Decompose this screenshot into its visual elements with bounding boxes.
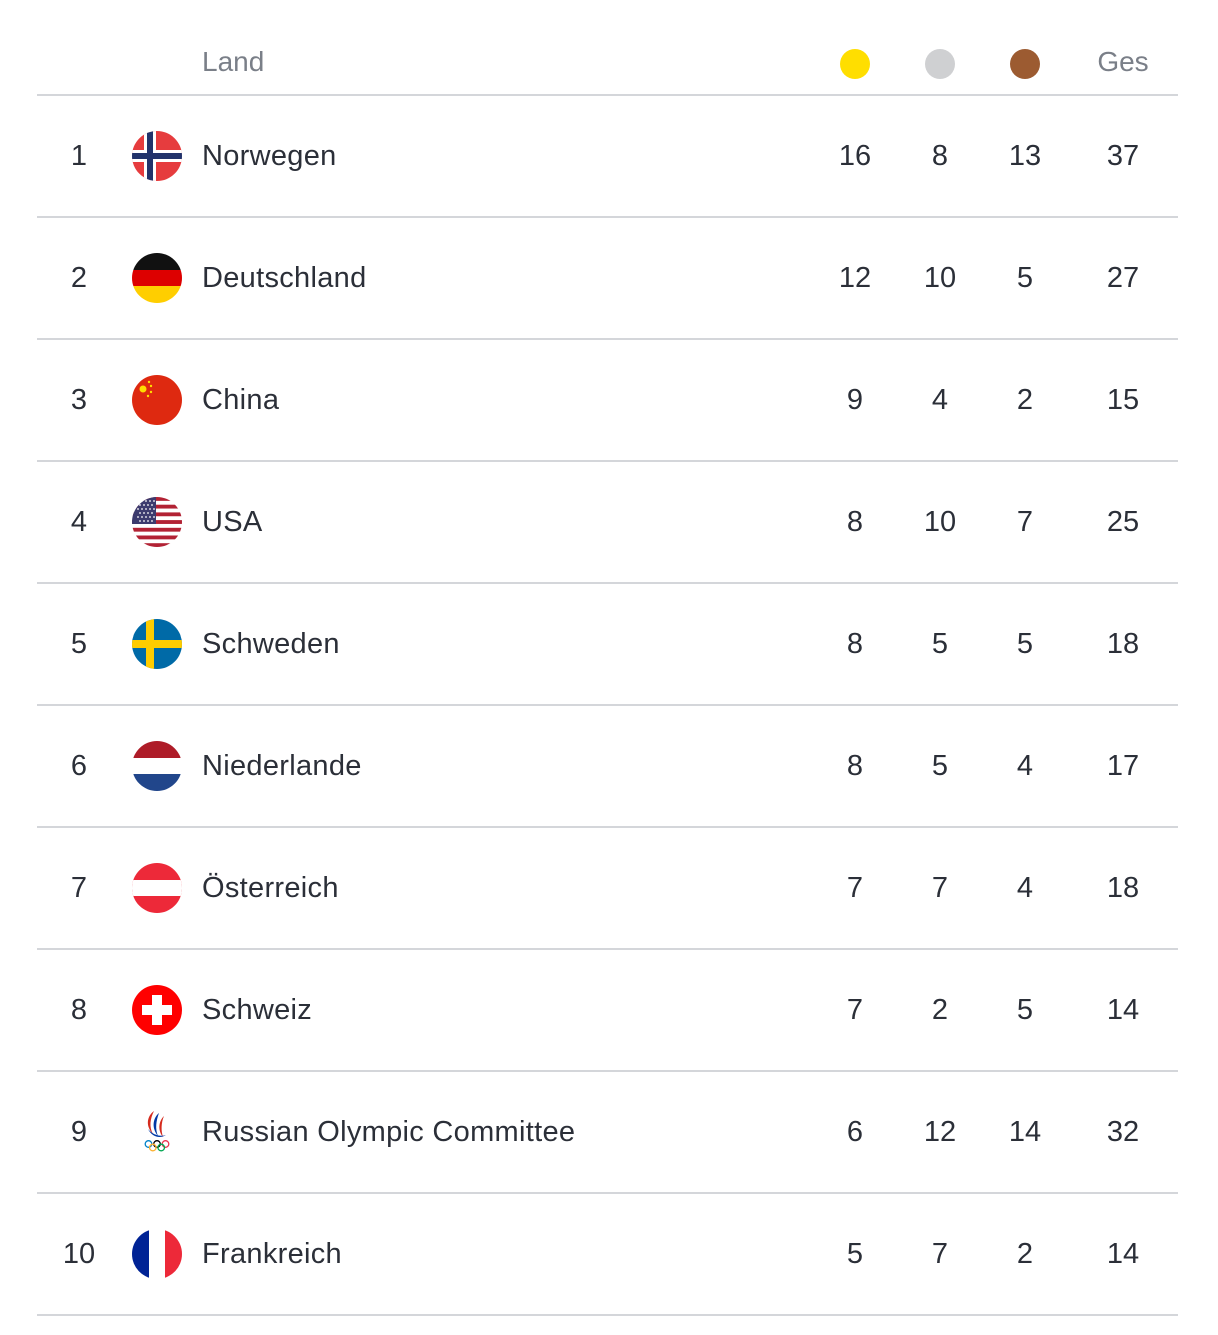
gold-count: 16 <box>838 140 872 172</box>
silver-count: 5 <box>931 628 949 660</box>
table-row[interactable]: 6 Niederlande 8 5 4 17 <box>37 706 1178 828</box>
total-count: 32 <box>1106 1116 1140 1148</box>
bronze-count: 2 <box>1016 1238 1034 1270</box>
table-row[interactable]: 4 USA 8 10 7 25 <box>37 462 1178 584</box>
silver-count: 5 <box>931 750 949 782</box>
total-count: 18 <box>1106 628 1140 660</box>
bronze-count: 5 <box>1016 628 1034 660</box>
rank: 4 <box>70 506 88 538</box>
silver-count: 4 <box>931 384 949 416</box>
country-name: Frankreich <box>202 1238 342 1270</box>
netherlands-flag-icon <box>132 741 182 791</box>
silver-count: 12 <box>923 1116 957 1148</box>
gold-count: 8 <box>846 750 864 782</box>
table-row[interactable]: 10 Frankreich 5 7 2 14 <box>37 1194 1178 1316</box>
table-row[interactable]: 1 Norwegen 16 8 13 37 <box>37 96 1178 218</box>
gold-count: 8 <box>846 628 864 660</box>
bronze-count: 13 <box>1008 140 1042 172</box>
rank: 7 <box>70 872 88 904</box>
silver-count: 10 <box>923 506 957 538</box>
country-name: Niederlande <box>202 750 362 782</box>
germany-flag-icon <box>132 253 182 303</box>
bronze-count: 4 <box>1016 872 1034 904</box>
total-count: 18 <box>1106 872 1140 904</box>
country-name: USA <box>202 506 263 538</box>
rank: 2 <box>70 262 88 294</box>
bronze-count: 14 <box>1008 1116 1042 1148</box>
rank: 3 <box>70 384 88 416</box>
silver-count: 2 <box>931 994 949 1026</box>
table-row[interactable]: 8 Schweiz 7 2 5 14 <box>37 950 1178 1072</box>
china-flag-icon <box>132 375 182 425</box>
total-count: 17 <box>1106 750 1140 782</box>
gold-count: 7 <box>846 872 864 904</box>
rank: 6 <box>70 750 88 782</box>
rank: 9 <box>70 1116 88 1148</box>
medal-table: Land Ges 1 Norwegen 16 8 13 37 2 Deutsch… <box>37 30 1178 1316</box>
gold-count: 9 <box>846 384 864 416</box>
table-row[interactable]: 7 Österreich 7 7 4 18 <box>37 828 1178 950</box>
country-name: Deutschland <box>202 262 367 294</box>
country-name: Schweden <box>202 628 340 660</box>
table-row[interactable]: 9 Russian Olympic Committee 6 12 14 32 <box>37 1072 1178 1194</box>
total-column-header: Ges <box>1097 46 1149 77</box>
roc-emblem-icon <box>132 1107 182 1157</box>
table-row[interactable]: 3 China 9 4 2 15 <box>37 340 1178 462</box>
table-row[interactable]: 5 Schweden 8 5 5 18 <box>37 584 1178 706</box>
bronze-count: 7 <box>1016 506 1034 538</box>
total-count: 25 <box>1106 506 1140 538</box>
gold-count: 8 <box>846 506 864 538</box>
norway-flag-icon <box>132 131 182 181</box>
country-name: Russian Olympic Committee <box>202 1116 576 1148</box>
usa-flag-icon <box>132 497 182 547</box>
total-count: 14 <box>1106 994 1140 1026</box>
country-column-header: Land <box>202 46 265 77</box>
bronze-count: 5 <box>1016 994 1034 1026</box>
country-name: China <box>202 384 280 416</box>
gold-count: 7 <box>846 994 864 1026</box>
total-count: 15 <box>1106 384 1140 416</box>
rank: 5 <box>70 628 88 660</box>
gold-count: 5 <box>846 1238 864 1270</box>
total-count: 37 <box>1106 140 1140 172</box>
gold-count: 12 <box>838 262 872 294</box>
gold-medal-icon <box>840 49 870 79</box>
silver-count: 10 <box>923 262 957 294</box>
silver-count: 8 <box>931 140 949 172</box>
country-name: Schweiz <box>202 994 313 1026</box>
gold-count: 6 <box>846 1116 864 1148</box>
bronze-count: 4 <box>1016 750 1034 782</box>
country-name: Österreich <box>202 872 339 904</box>
rank: 8 <box>70 994 88 1026</box>
total-count: 27 <box>1106 262 1140 294</box>
total-count: 14 <box>1106 1238 1140 1270</box>
table-row[interactable]: 2 Deutschland 12 10 5 27 <box>37 218 1178 340</box>
france-flag-icon <box>132 1229 182 1279</box>
rank: 10 <box>62 1238 96 1270</box>
bronze-count: 5 <box>1016 262 1034 294</box>
silver-count: 7 <box>931 1238 949 1270</box>
sweden-flag-icon <box>132 619 182 669</box>
table-header: Land Ges <box>37 30 1178 96</box>
silver-count: 7 <box>931 872 949 904</box>
rank: 1 <box>70 140 88 172</box>
austria-flag-icon <box>132 863 182 913</box>
bronze-count: 2 <box>1016 384 1034 416</box>
bronze-medal-icon <box>1010 49 1040 79</box>
switzerland-flag-icon <box>132 985 182 1035</box>
silver-medal-icon <box>925 49 955 79</box>
country-name: Norwegen <box>202 140 337 172</box>
